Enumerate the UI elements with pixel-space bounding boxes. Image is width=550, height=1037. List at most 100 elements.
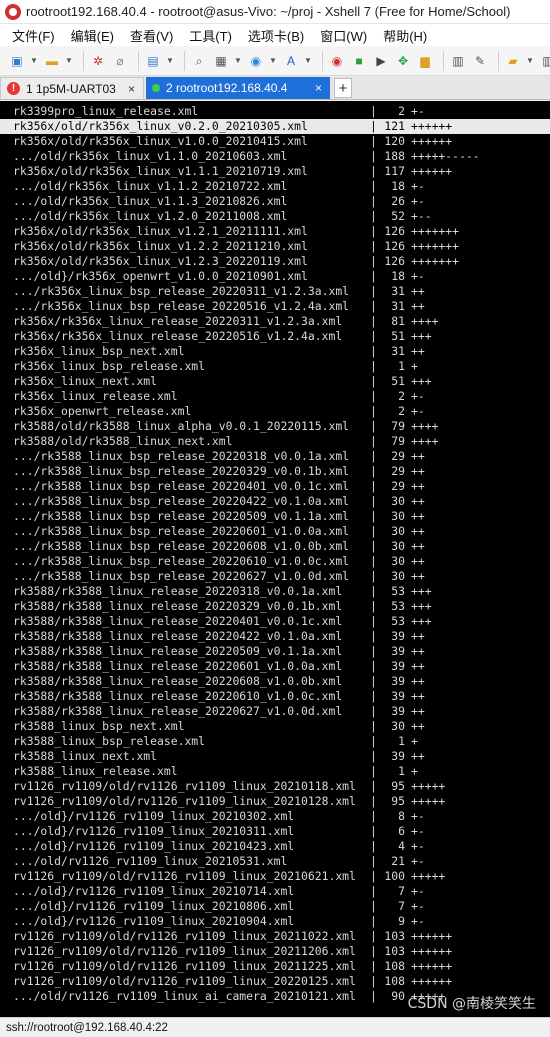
add-session-icon[interactable]: ▰ xyxy=(504,52,522,70)
terminal-line: rk356x_linux_bsp_release.xml | 1 + xyxy=(0,359,550,374)
lock-icon[interactable]: ▆ xyxy=(416,52,434,70)
globe-icon[interactable]: ◉ xyxy=(247,52,265,70)
column-separator: | xyxy=(370,149,377,163)
menu-item[interactable]: 编辑(E) xyxy=(71,26,114,45)
reconnect-icon[interactable]: ✲ xyxy=(89,52,107,70)
new-session-icon[interactable]: ▣ xyxy=(8,52,26,70)
change-graph: ++++ xyxy=(411,434,439,448)
file-path: rv1126_rv1109/old/rv1126_rv1109_linux_20… xyxy=(13,779,356,793)
close-icon[interactable]: × xyxy=(128,82,135,96)
xshell-app-icon[interactable] xyxy=(5,3,21,20)
fullscreen-icon[interactable]: ✥ xyxy=(394,52,412,70)
change-graph: +++ xyxy=(411,329,432,343)
menu-item[interactable]: 选项卡(B) xyxy=(248,26,304,45)
change-count: 30 xyxy=(391,539,405,553)
dropdown-caret-icon[interactable]: ▼ xyxy=(166,56,174,65)
dropdown-caret-icon[interactable]: ▼ xyxy=(526,56,534,65)
file-path: rv1126_rv1109/old/rv1126_rv1109_linux_20… xyxy=(13,944,356,958)
column-separator: | xyxy=(370,749,377,763)
menu-item[interactable]: 查看(V) xyxy=(130,26,173,45)
xshell-icon[interactable]: ◉ xyxy=(328,52,346,70)
file-path: rk356x_linux_bsp_next.xml xyxy=(13,344,185,358)
dropdown-caret-icon[interactable]: ▼ xyxy=(30,56,38,65)
column-separator: | xyxy=(370,284,377,298)
change-count: 2 xyxy=(398,389,405,403)
terminal-line: .../old}/rk356x_openwrt_v1.0.0_20210901.… xyxy=(0,269,550,284)
xftp-icon[interactable]: ■ xyxy=(350,52,368,70)
change-count: 31 xyxy=(391,299,405,313)
change-graph: +- xyxy=(411,104,425,118)
change-graph: ++ xyxy=(411,299,425,313)
dropdown-caret-icon[interactable]: ▼ xyxy=(304,56,312,65)
change-graph: +++ xyxy=(411,614,432,628)
column-separator: | xyxy=(370,524,377,538)
change-graph: ++++++ xyxy=(411,134,453,148)
terminal-line: rk356x/old/rk356x_linux_v1.2.1_20211111.… xyxy=(0,224,550,239)
column-separator: | xyxy=(370,614,377,628)
tab-session-1[interactable]: ! 1 1p5M-UART03 × xyxy=(0,77,144,99)
column-separator: | xyxy=(370,929,377,943)
file-path: .../old}/rv1126_rv1109_linux_20210302.xm… xyxy=(13,809,295,823)
keyboard-icon[interactable]: ▥ xyxy=(449,52,467,70)
file-path: rk3588/rk3588_linux_release_20220610_v1.… xyxy=(13,689,343,703)
terminal-line: .../old}/rv1126_rv1109_linux_20210714.xm… xyxy=(0,884,550,899)
change-graph: ++ xyxy=(411,464,425,478)
file-path: rk3588/old/rk3588_linux_alpha_v0.0.1_202… xyxy=(13,419,350,433)
menu-item[interactable]: 工具(T) xyxy=(189,26,232,45)
menu-item[interactable]: 帮助(H) xyxy=(383,26,427,45)
change-graph: +++ xyxy=(411,599,432,613)
change-count: 103 xyxy=(384,929,405,943)
menu-item[interactable]: 窗口(W) xyxy=(320,26,367,45)
change-graph: +++ xyxy=(411,584,432,598)
dropdown-caret-icon[interactable]: ▼ xyxy=(269,56,277,65)
file-path: .../rk3588_linux_bsp_release_20220422_v0… xyxy=(13,494,350,508)
new-tab-button[interactable]: + xyxy=(334,78,352,98)
layout-icon[interactable]: ▥ xyxy=(539,52,550,70)
terminal-line: .../old}/rv1126_rv1109_linux_20210311.xm… xyxy=(0,824,550,839)
font-icon[interactable]: A xyxy=(282,52,300,70)
file-path: .../rk3588_linux_bsp_release_20220627_v1… xyxy=(13,569,350,583)
column-separator: | xyxy=(370,374,377,388)
change-graph: +- xyxy=(411,404,425,418)
change-graph: ++ xyxy=(411,569,425,583)
toolbar-separator xyxy=(184,50,185,71)
terminal-output[interactable]: rk3399pro_linux_release.xml | 2 +- rk356x/ol… xyxy=(0,101,550,1017)
dropdown-caret-icon[interactable]: ▼ xyxy=(234,56,242,65)
file-path: rk356x_linux_bsp_release.xml xyxy=(13,359,206,373)
close-icon[interactable]: × xyxy=(315,81,322,95)
column-separator: | xyxy=(370,464,377,478)
change-graph: ++++++ xyxy=(411,119,453,133)
change-count: 39 xyxy=(391,674,405,688)
terminal-line: rk3588/rk3588_linux_release_20220608_v1.… xyxy=(0,674,550,689)
change-graph: ++++++ xyxy=(411,929,453,943)
terminal-line: .../rk3588_linux_bsp_release_20220601_v1… xyxy=(0,524,550,539)
terminal-line: rk356x_linux_bsp_next.xml | 31 ++ xyxy=(0,344,550,359)
properties-icon[interactable]: ▤ xyxy=(144,52,162,70)
column-separator: | xyxy=(370,554,377,568)
column-separator: | xyxy=(370,434,377,448)
file-path: .../old}/rv1126_rv1109_linux_20210806.xm… xyxy=(13,899,295,913)
open-folder-icon[interactable]: ▬ xyxy=(43,52,61,70)
change-graph: ++ xyxy=(411,689,425,703)
dropdown-caret-icon[interactable]: ▼ xyxy=(65,56,73,65)
tab-session-2[interactable]: 2 rootroot192.168.40.4 × xyxy=(146,77,330,99)
find-icon[interactable]: ⌕ xyxy=(190,52,208,70)
change-graph: +++++ xyxy=(411,869,446,883)
change-count: 79 xyxy=(391,419,405,433)
menu-item[interactable]: 文件(F) xyxy=(12,26,55,45)
change-graph: +- xyxy=(411,839,425,853)
file-path: rk3588/rk3588_linux_release_20220329_v0.… xyxy=(13,599,343,613)
warning-icon: ! xyxy=(7,82,20,95)
change-graph: ++ xyxy=(411,629,425,643)
print-icon[interactable]: ▦ xyxy=(212,52,230,70)
change-count: 29 xyxy=(391,479,405,493)
change-count: 30 xyxy=(391,524,405,538)
terminal-line: rv1126_rv1109/old/rv1126_rv1109_linux_20… xyxy=(0,959,550,974)
terminal-line: .../old/rk356x_linux_v1.1.3_20210826.xml… xyxy=(0,194,550,209)
pen-icon[interactable]: ✎ xyxy=(471,52,489,70)
disconnect-icon[interactable]: ⌀ xyxy=(111,52,129,70)
change-graph: ++ xyxy=(411,524,425,538)
title-bar: rootroot192.168.40.4 - rootroot@asus-Viv… xyxy=(0,0,550,24)
script-icon[interactable]: ▶ xyxy=(372,52,390,70)
terminal-line: rk3588/rk3588_linux_release_20220601_v1.… xyxy=(0,659,550,674)
